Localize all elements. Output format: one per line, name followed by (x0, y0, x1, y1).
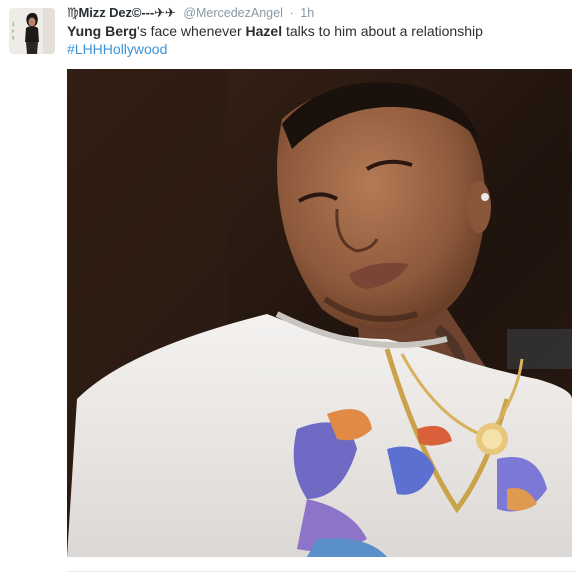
bold-name-yung-berg: Yung Berg (67, 23, 138, 39)
tweet-header: ♍Mizz Dez©---✈✈ @MercedezAngel · 1h (67, 4, 574, 22)
separator-dot: · (289, 6, 294, 20)
tweet-media[interactable] (67, 69, 572, 557)
avatar-photo-icon: ｽ ﾄ ﾘ (9, 8, 55, 54)
tweet-divider (67, 571, 576, 572)
avatar[interactable]: ｽ ﾄ ﾘ (9, 8, 55, 54)
bold-name-hazel: Hazel (245, 23, 283, 39)
tweet-text-middle: 's face whenever (137, 23, 246, 39)
display-name[interactable]: ♍Mizz Dez©---✈✈ (67, 5, 176, 20)
tweet-text: Yung Berg's face whenever Hazel talks to… (67, 22, 576, 58)
svg-text:ﾘ: ﾘ (12, 36, 15, 42)
timestamp[interactable]: 1h (300, 6, 314, 20)
tweet-photo-icon (67, 69, 572, 557)
hashtag-link[interactable]: #LHHHollywood (67, 40, 576, 58)
username-handle[interactable]: @MercedezAngel (183, 6, 283, 20)
tweet-text-end: talks to him about a relationship (282, 23, 483, 39)
tweet: ｽ ﾄ ﾘ ♍Mizz Dez©---✈✈ @MercedezAngel · 1… (0, 0, 584, 579)
